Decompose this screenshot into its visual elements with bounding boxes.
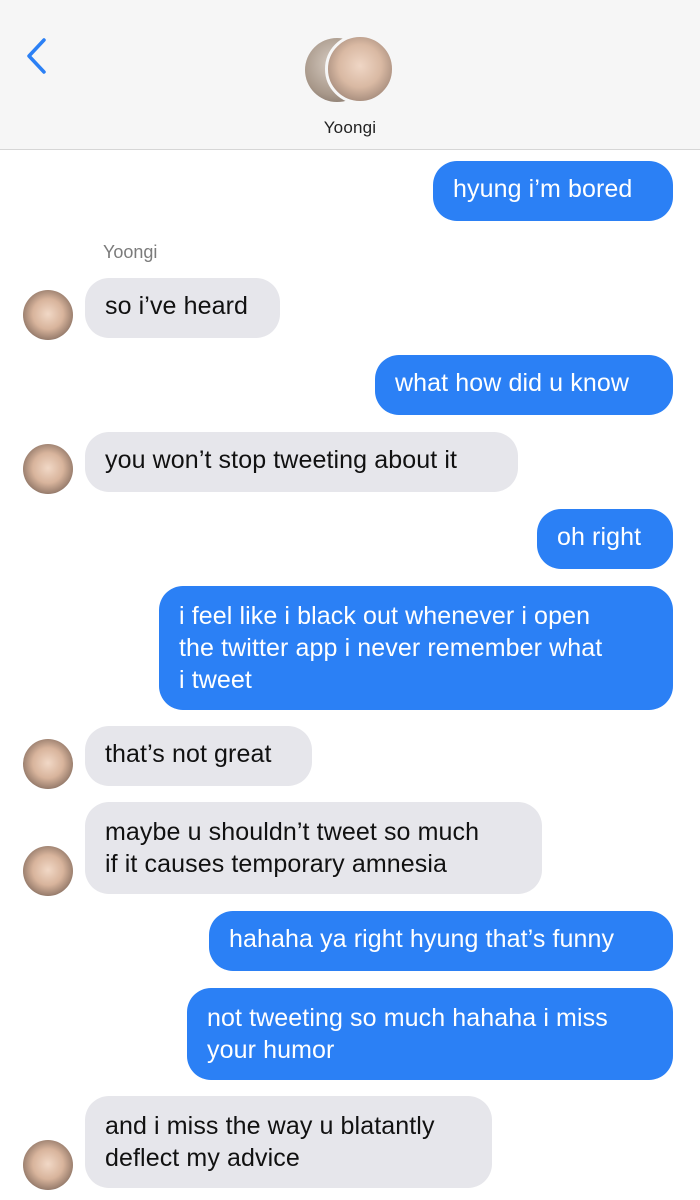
contact-avatar-photo (325, 34, 395, 104)
message-text: so i’ve heard (105, 292, 249, 320)
received-message-bubble[interactable]: so i’ve heard (85, 278, 280, 338)
message-text-line: maybe u shouldn’t tweet so much (105, 818, 480, 846)
message-text-line: i tweet (179, 666, 252, 694)
sender-avatar[interactable] (23, 846, 73, 896)
sent-message-bubble[interactable]: what how did u know (375, 355, 673, 415)
message-text: what how did u know (395, 369, 629, 397)
sender-name-label: Yoongi (103, 242, 158, 262)
message-text-line: not tweeting so much hahaha i miss (207, 1004, 608, 1032)
message-text-line: deflect my advice (105, 1144, 300, 1172)
sent-message-bubble[interactable]: hyung i’m bored (433, 161, 673, 221)
sender-avatar[interactable] (23, 1140, 73, 1190)
sender-avatar[interactable] (23, 739, 73, 789)
sender-avatar[interactable] (23, 290, 73, 340)
message-text-line: i feel like i black out whenever i open (179, 602, 591, 630)
chevron-left-icon (27, 38, 46, 74)
received-message-bubble[interactable]: that’s not great (85, 726, 312, 786)
sender-avatar[interactable] (23, 444, 73, 494)
sent-message-bubble[interactable]: not tweeting so much hahaha i miss your … (187, 988, 673, 1080)
sent-message-bubble[interactable]: hahaha ya right hyung that’s funny (209, 911, 673, 971)
message-text: that’s not great (105, 740, 272, 768)
message-text-line: your humor (207, 1036, 335, 1064)
message-text-line: and i miss the way u blatantly (105, 1112, 435, 1140)
received-message-bubble[interactable]: you won’t stop tweeting about it (85, 432, 518, 492)
contact-avatar[interactable] (305, 34, 395, 106)
message-text: hahaha ya right hyung that’s funny (229, 925, 615, 953)
contact-name[interactable]: Yoongi (0, 118, 700, 138)
received-message-bubble[interactable]: maybe u shouldn’t tweet so much if it ca… (85, 802, 542, 894)
conversation-header: Yoongi (0, 0, 700, 150)
message-text: you won’t stop tweeting about it (105, 446, 458, 474)
message-text-line: if it causes temporary amnesia (105, 850, 448, 878)
message-text-line: the twitter app i never remember what (179, 634, 603, 662)
message-text: oh right (557, 523, 642, 551)
sent-message-bubble[interactable]: oh right (537, 509, 673, 569)
sent-message-bubble[interactable]: i feel like i black out whenever i open … (159, 586, 673, 710)
message-text: hyung i’m bored (453, 175, 633, 203)
back-button[interactable] (18, 36, 54, 76)
received-message-bubble[interactable]: and i miss the way u blatantly deflect m… (85, 1096, 492, 1188)
